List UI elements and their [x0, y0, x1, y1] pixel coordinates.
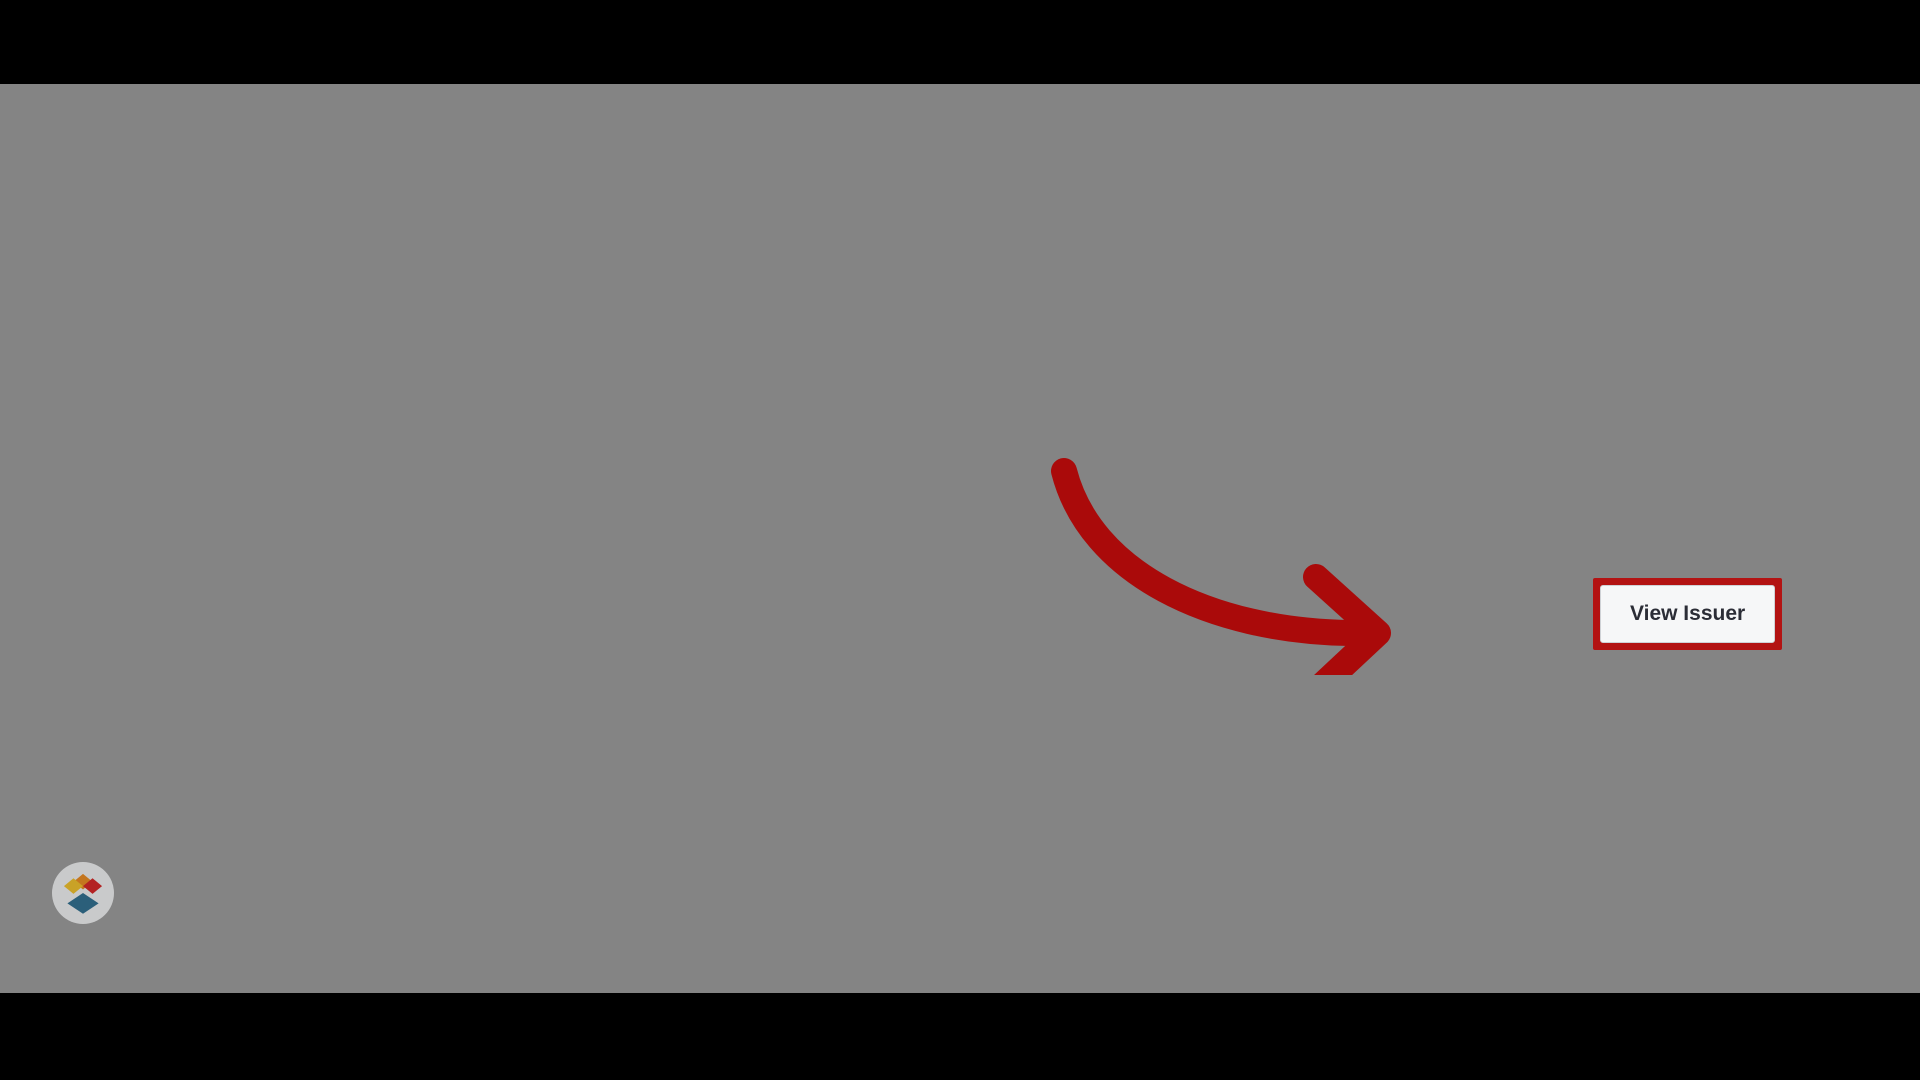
view-issuer-button[interactable]: View Issuer	[1600, 585, 1776, 643]
diamond-logo-icon	[63, 873, 103, 914]
letterbox-top	[0, 0, 1920, 84]
view-issuer-button-highlight: View Issuer	[1593, 578, 1783, 650]
view-issuer-button-label: View Issuer	[1630, 602, 1746, 625]
screen: BADGES AWARDS PATHWAY GROUP GROUP MEMBER…	[0, 0, 1920, 1080]
page-background	[0, 0, 1920, 1080]
letterbox-bottom	[0, 993, 1920, 1080]
brand-logo-widget[interactable]	[52, 862, 114, 924]
